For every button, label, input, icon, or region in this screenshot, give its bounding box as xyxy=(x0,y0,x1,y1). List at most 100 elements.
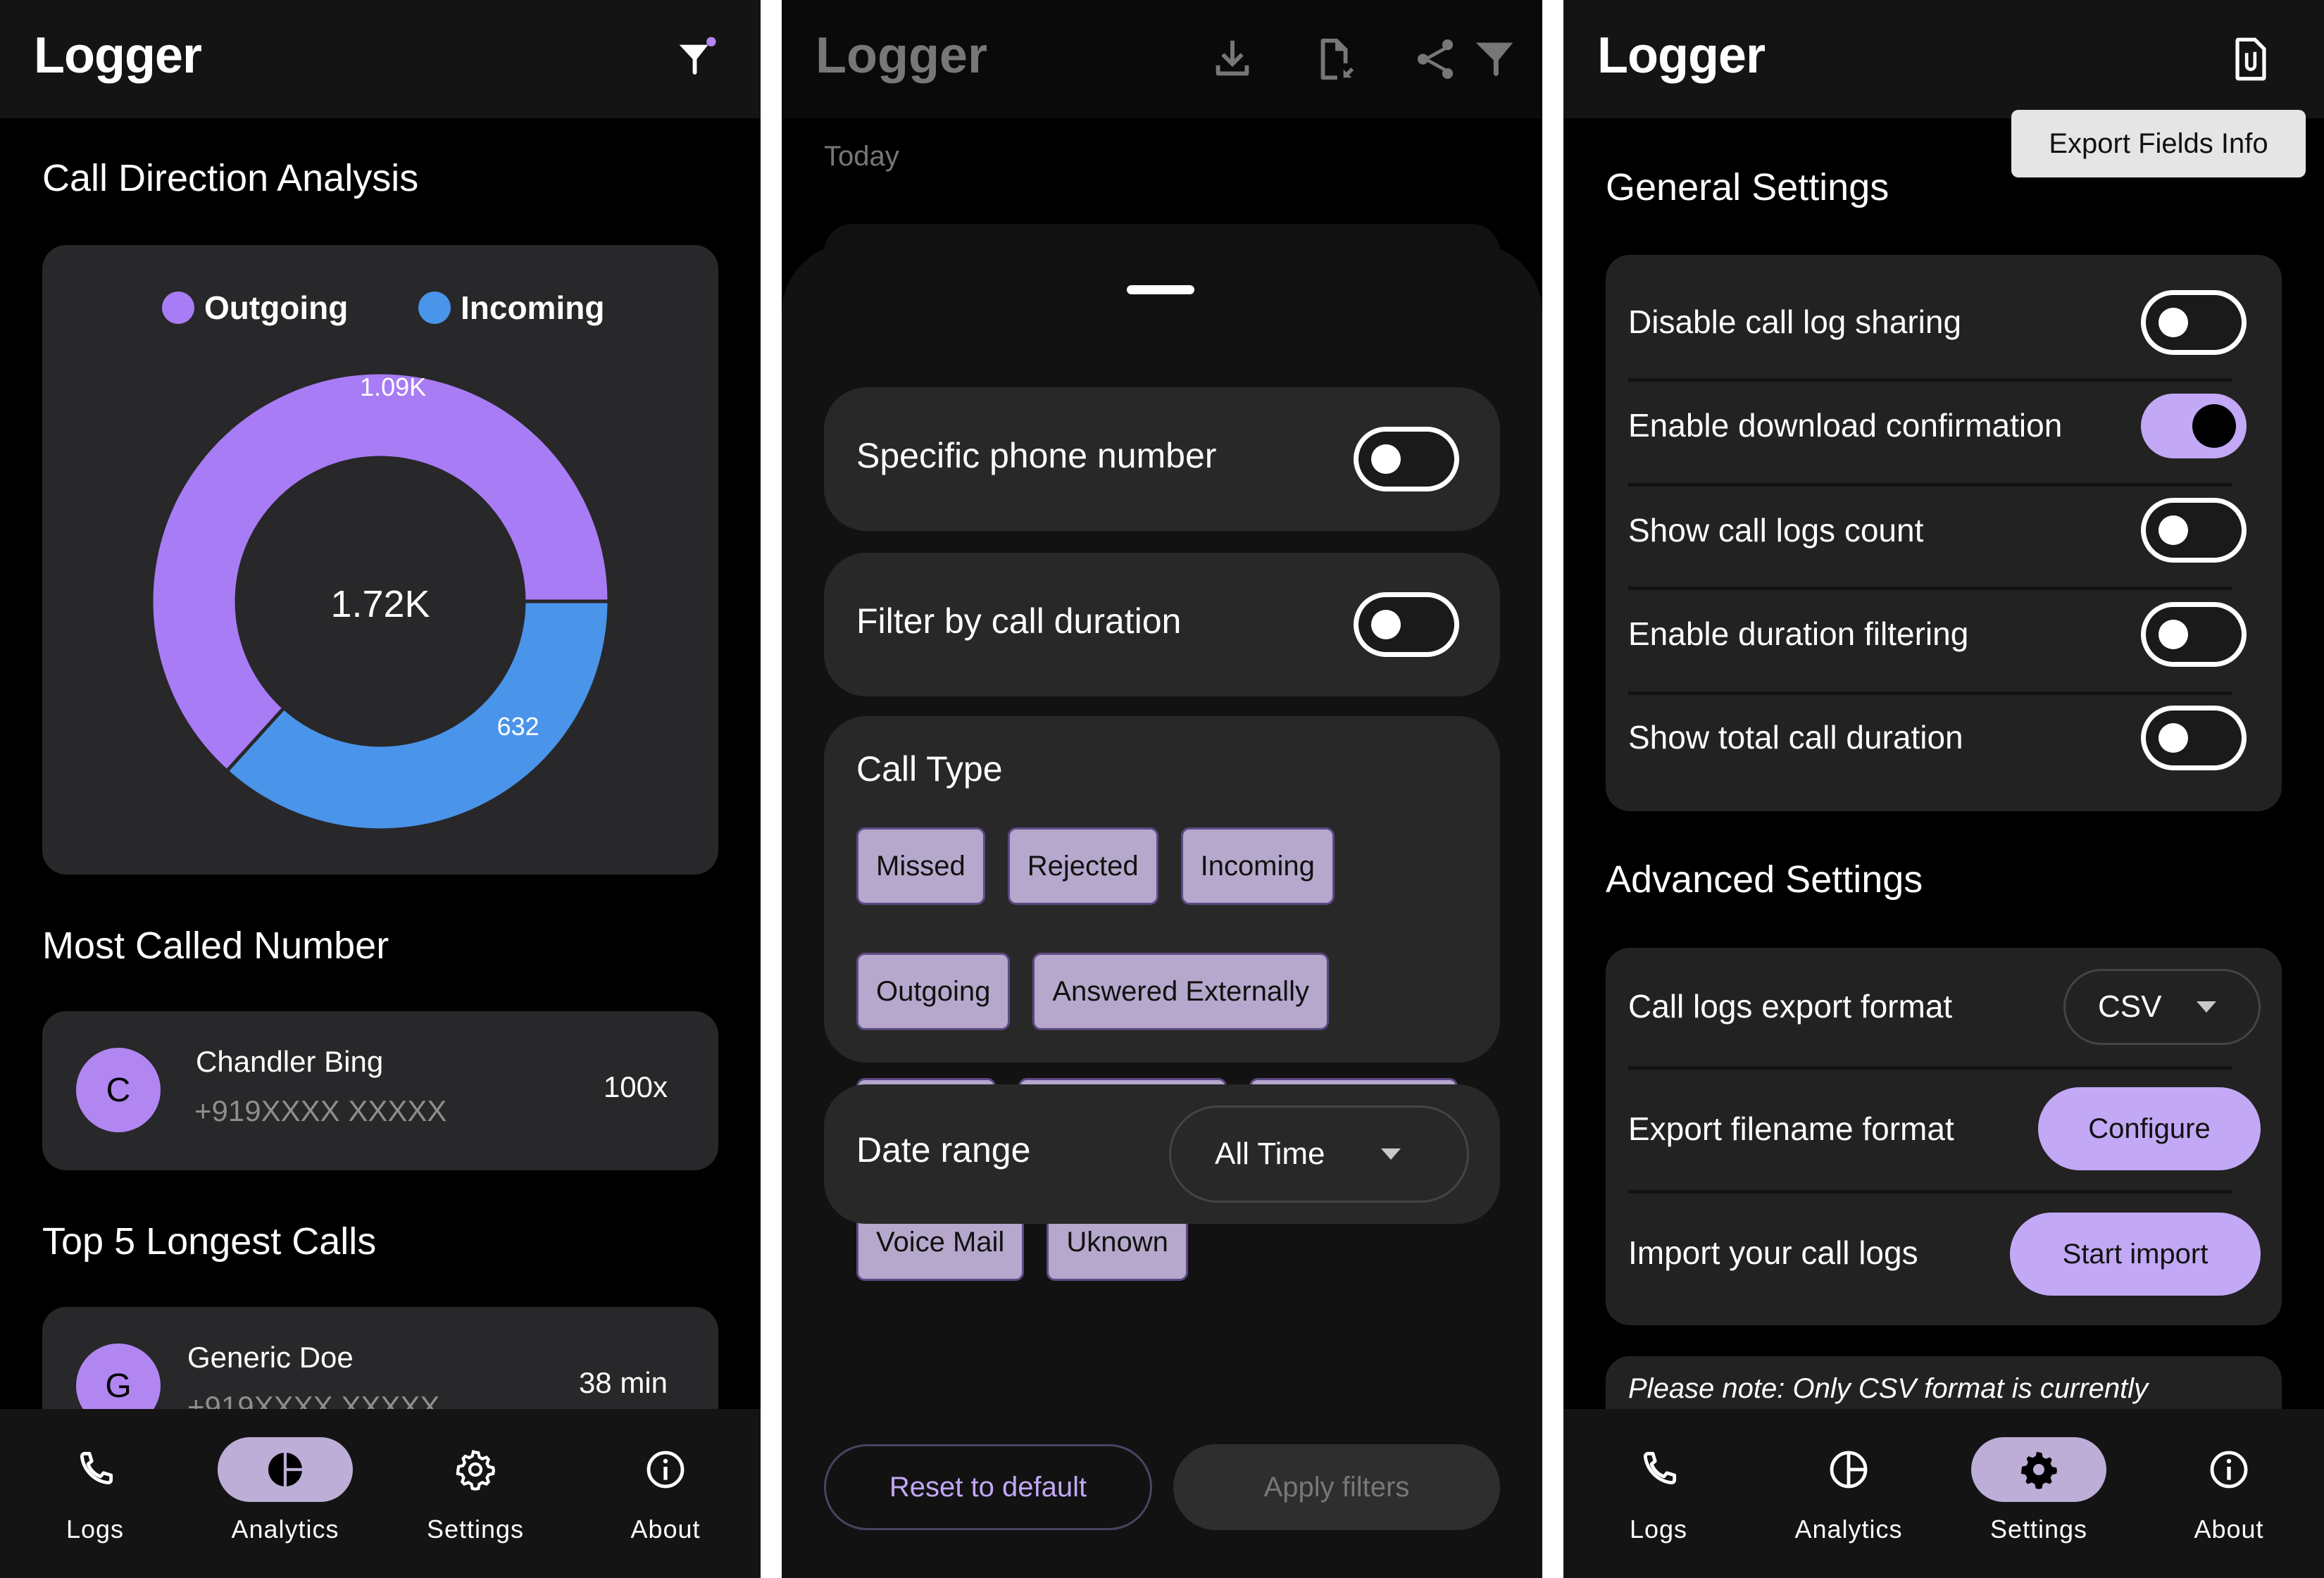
setting-download-confirmation-toggle[interactable] xyxy=(2141,394,2247,458)
nav-logs[interactable]: Logs xyxy=(0,1437,190,1544)
app-bar: Logger xyxy=(1563,0,2324,118)
app-bar: Logger xyxy=(0,0,761,118)
share-button[interactable] xyxy=(1407,31,1463,87)
nav-about[interactable]: About xyxy=(2134,1437,2324,1544)
donut-label-incoming: 632 xyxy=(497,712,539,741)
donut-center-label: 1.72K xyxy=(330,583,430,625)
open-file-button[interactable] xyxy=(1307,31,1363,87)
caret-down-icon xyxy=(1381,1148,1401,1160)
nav-label: Logs xyxy=(65,1515,125,1543)
nav-label: Settings xyxy=(1989,1515,2088,1543)
apply-filters-button[interactable]: Apply filters xyxy=(1173,1444,1500,1530)
call-count: 100x xyxy=(603,1070,668,1103)
nav-label: Settings xyxy=(426,1515,525,1543)
specific-phone-number-row[interactable]: Specific phone number xyxy=(824,387,1500,531)
filter-icon xyxy=(679,37,716,75)
specific-phone-number-label: Specific phone number xyxy=(856,436,1217,475)
nav-label: Analytics xyxy=(231,1515,339,1543)
analytics-icon xyxy=(268,1451,304,1488)
general-settings-card: Disable call log sharing Enable download… xyxy=(1606,255,2282,811)
filter-button[interactable] xyxy=(1466,31,1523,87)
gear-icon xyxy=(2020,1451,2057,1489)
bottom-navigation: Logs Analytics Settings About xyxy=(0,1409,761,1578)
chip-missed[interactable]: Missed xyxy=(856,827,985,905)
donut-chart: 1.72K 1.09K 632 xyxy=(149,370,611,832)
donut-label-outgoing: 1.09K xyxy=(360,372,426,401)
call-duration: 38 min xyxy=(578,1366,668,1399)
filter-bottom-sheet: Specific phone number Filter by call dur… xyxy=(782,243,1542,1578)
caret-down-icon xyxy=(2197,1001,2217,1013)
date-group-header: Today xyxy=(824,141,899,172)
donut-slice-incoming xyxy=(224,599,611,832)
settings-screen: Logger Export Fields Info General Settin… xyxy=(1563,0,2324,1578)
date-range-row: Date range All Time xyxy=(824,1084,1500,1224)
filter-by-duration-label: Filter by call duration xyxy=(856,601,1182,641)
date-range-value: All Time xyxy=(1215,1136,1325,1171)
download-icon xyxy=(1216,40,1249,76)
file-open-icon xyxy=(1320,38,1354,80)
filter-by-duration-toggle[interactable] xyxy=(1354,592,1459,657)
nav-active-indicator xyxy=(218,1437,353,1502)
advanced-settings-card: Call logs export format CSV Export filen… xyxy=(1606,948,2282,1325)
export-format-dropdown[interactable]: CSV xyxy=(2063,969,2261,1045)
most-called-title: Most Called Number xyxy=(42,925,389,967)
nav-analytics[interactable]: Analytics xyxy=(1754,1437,1944,1544)
info-icon xyxy=(2210,1451,2248,1489)
chip-outgoing[interactable]: Outgoing xyxy=(856,953,1011,1030)
bottom-navigation: Logs Analytics Settings About xyxy=(1563,1409,2324,1578)
analytics-icon xyxy=(1830,1451,1868,1489)
call-type-card: Call Type Missed Rejected Incoming Outgo… xyxy=(824,716,1500,1281)
export-fields-info-button[interactable] xyxy=(2223,31,2279,87)
setting-total-duration-toggle[interactable] xyxy=(2141,706,2247,770)
nav-label: Analytics xyxy=(1794,1515,1903,1543)
share-icon xyxy=(1417,39,1454,79)
reset-to-default-button[interactable]: Reset to default xyxy=(824,1444,1152,1530)
nav-about[interactable]: About xyxy=(570,1437,761,1544)
call-type-title: Call Type xyxy=(856,749,1003,789)
phone-icon xyxy=(80,1451,113,1485)
chip-incoming[interactable]: Incoming xyxy=(1180,827,1335,905)
specific-phone-number-toggle[interactable] xyxy=(1354,427,1459,491)
download-button[interactable] xyxy=(1204,31,1261,87)
export-format-value: CSV xyxy=(2098,989,2162,1024)
gear-icon xyxy=(456,1450,496,1491)
attachment-file-icon xyxy=(2235,37,2266,81)
filter-button[interactable] xyxy=(668,31,724,87)
setting-duration-filtering-toggle[interactable] xyxy=(2141,602,2247,667)
nav-settings[interactable]: Settings xyxy=(1944,1437,2134,1544)
app-title: Logger xyxy=(816,27,987,84)
most-called-card[interactable]: C Chandler Bing +919XXXX XXXXX 100x xyxy=(42,1011,718,1170)
logs-filter-screen: Logger Today Specific phone number Filte… xyxy=(782,0,1542,1578)
chip-answered-externally[interactable]: Answered Externally xyxy=(1032,953,1329,1030)
app-bar-dimmed: Logger xyxy=(782,0,1542,118)
configure-button[interactable]: Configure xyxy=(2038,1087,2261,1170)
avatar: C xyxy=(76,1048,161,1132)
start-import-button[interactable]: Start import xyxy=(2010,1213,2261,1296)
nav-logs[interactable]: Logs xyxy=(1563,1437,1754,1544)
nav-label: Logs xyxy=(1629,1515,1688,1543)
export-fields-info-tooltip: Export Fields Info xyxy=(2011,110,2306,177)
date-range-label: Date range xyxy=(856,1130,1031,1170)
chip-rejected[interactable]: Rejected xyxy=(1007,827,1158,905)
longest-calls-title: Top 5 Longest Calls xyxy=(42,1220,377,1263)
filter-active-badge xyxy=(706,37,716,46)
drag-handle[interactable] xyxy=(1127,285,1194,294)
analytics-screen: Logger Call Direction Analysis Outgoing … xyxy=(0,0,761,1578)
contact-number: +919XXXX XXXXX xyxy=(194,1094,447,1127)
date-range-dropdown[interactable]: All Time xyxy=(1169,1106,1469,1203)
nav-settings[interactable]: Settings xyxy=(380,1437,570,1544)
setting-disable-sharing-toggle[interactable] xyxy=(2141,290,2247,355)
contact-name: Generic Doe xyxy=(187,1341,354,1374)
advanced-settings-title: Advanced Settings xyxy=(1606,858,1923,901)
nav-active-indicator xyxy=(1971,1437,2106,1502)
filter-icon xyxy=(1475,42,1513,76)
filter-by-duration-row[interactable]: Filter by call duration xyxy=(824,553,1500,696)
call-direction-title: Call Direction Analysis xyxy=(42,157,419,199)
nav-label: About xyxy=(2194,1515,2264,1543)
nav-analytics[interactable]: Analytics xyxy=(190,1437,380,1544)
contact-name: Chandler Bing xyxy=(196,1045,384,1078)
setting-show-logs-count-toggle[interactable] xyxy=(2141,498,2247,563)
nav-label: About xyxy=(630,1515,701,1543)
phone-icon xyxy=(1643,1451,1677,1485)
app-title: Logger xyxy=(34,27,202,84)
